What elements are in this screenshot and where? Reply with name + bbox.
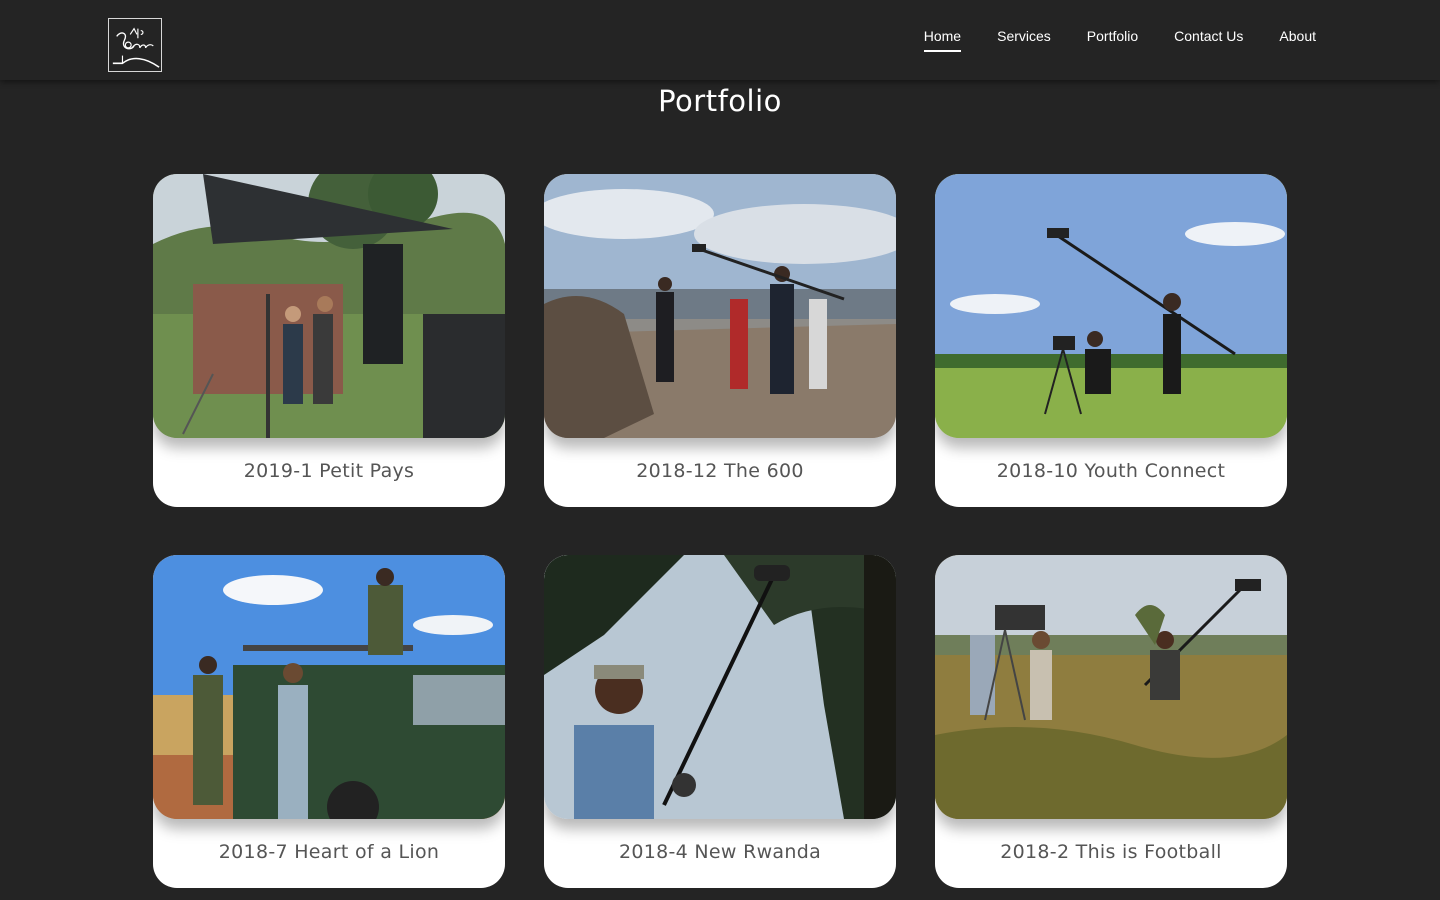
portfolio-card[interactable]: 2018-12 The 600: [544, 174, 896, 507]
portfolio-card[interactable]: 2018-7 Heart of a Lion: [153, 555, 505, 888]
film-set-tent-photo: [153, 174, 505, 438]
project-title: 2018-7 Heart of a Lion: [218, 841, 440, 863]
portfolio-grid: 2019-1 Petit Pays 2018-12 The 600 2018-1…: [153, 174, 1287, 888]
boom-operator-field-photo: [935, 174, 1287, 438]
nav-contact-link[interactable]: Contact Us: [1174, 27, 1243, 52]
crew-in-grassland-photo: [935, 555, 1287, 819]
portfolio-card[interactable]: 2018-4 New Rwanda: [544, 555, 896, 888]
portfolio-card[interactable]: 2019-1 Petit Pays: [153, 174, 505, 507]
crew-with-truck-photo: [153, 555, 505, 819]
nav-services-link[interactable]: Services: [997, 27, 1051, 52]
page-title: Portfolio: [658, 84, 782, 118]
project-title: 2018-4 New Rwanda: [618, 841, 822, 863]
safari-sound-logo[interactable]: [108, 18, 162, 72]
main-nav: Home Services Portfolio Contact Us About: [923, 27, 1316, 52]
sound-recordist-trees-photo: [544, 555, 896, 819]
nav-portfolio-link[interactable]: Portfolio: [1087, 27, 1138, 52]
project-title: 2019-1 Petit Pays: [243, 460, 415, 482]
crew-at-memorial-photo: [544, 174, 896, 438]
project-title: 2018-2 This is Football: [1000, 841, 1222, 863]
project-title: 2018-12 The 600: [636, 460, 804, 482]
top-navbar: Home Services Portfolio Contact Us About: [0, 0, 1440, 80]
portfolio-card[interactable]: 2018-10 Youth Connect: [935, 174, 1287, 507]
nav-home-link[interactable]: Home: [923, 27, 962, 52]
project-title: 2018-10 Youth Connect: [996, 460, 1226, 482]
nav-about-link[interactable]: About: [1279, 27, 1316, 52]
portfolio-card[interactable]: 2018-2 This is Football: [935, 555, 1287, 888]
